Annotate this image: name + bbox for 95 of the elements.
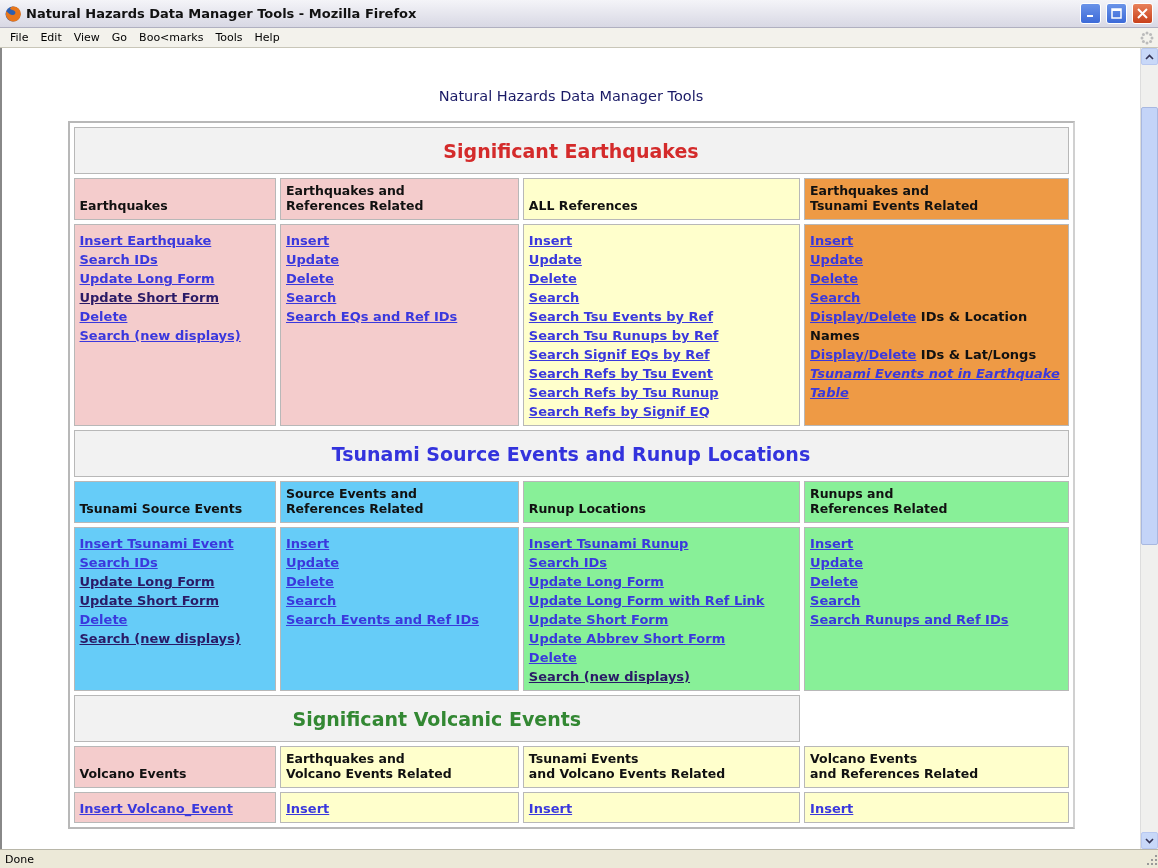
link[interactable]: Update [528, 252, 582, 267]
link[interactable]: Delete [286, 574, 334, 589]
link-note-text: Display/Delete IDs & Location Names [810, 308, 1029, 345]
link[interactable]: Update [810, 555, 864, 570]
link[interactable]: Insert Volcano_Event [79, 801, 233, 816]
link[interactable]: Tsunami Events not in Earthquake Table [810, 364, 1063, 402]
link[interactable]: Update Short Form [528, 612, 669, 627]
link[interactable]: Insert [810, 801, 854, 816]
link[interactable]: Search [528, 290, 580, 305]
link[interactable]: Search Tsu Events by Ref [528, 309, 714, 324]
menu-item[interactable]: Go [105, 31, 134, 44]
link[interactable]: Delete [810, 574, 858, 589]
column-heading: Earthquakes and Tsunami Events Related [804, 178, 1069, 220]
link[interactable]: Update Long Form [79, 271, 215, 286]
scroll-thumb[interactable] [1141, 107, 1158, 545]
column-heading: Earthquakes and References Related [280, 178, 519, 220]
column-heading: Volcano Events and References Related [804, 746, 1069, 788]
link[interactable]: Update [810, 252, 864, 267]
link[interactable]: Insert [528, 233, 573, 248]
link[interactable]: Update Short Form [79, 290, 219, 305]
link[interactable]: Update Long Form [79, 574, 215, 589]
link[interactable]: Update Long Form [528, 574, 664, 589]
link[interactable]: Update [286, 555, 339, 570]
link[interactable]: Search Events and Ref IDs [286, 612, 479, 627]
minimize-button[interactable] [1080, 3, 1101, 24]
link[interactable]: Delete [79, 309, 128, 324]
page-title: Natural Hazards Data Manager Tools [438, 88, 704, 104]
menu-item[interactable]: File [4, 31, 35, 44]
status-text: Done [5, 852, 35, 866]
link[interactable]: Search Refs by Tsu Runup [528, 385, 719, 400]
link[interactable]: Delete [528, 650, 577, 665]
link[interactable]: Insert [810, 536, 854, 551]
section-title: Significant Earthquakes [73, 127, 1069, 174]
column-heading: Runups and References Related [804, 481, 1069, 523]
browser-logo-icon [5, 5, 21, 22]
link[interactable]: Search (new displays) [79, 328, 241, 343]
link[interactable]: Search [810, 593, 861, 608]
link[interactable]: Search IDs [528, 555, 608, 570]
close-icon [1137, 8, 1148, 19]
menu-item[interactable]: Edit [34, 31, 68, 44]
column-heading: Source Events and References Related [280, 481, 519, 523]
throbber-icon [1140, 30, 1154, 45]
column-heading: ALL References [522, 178, 801, 220]
link[interactable]: Insert [286, 233, 330, 248]
link[interactable]: Update [286, 252, 339, 267]
resize-grip-icon [1144, 852, 1158, 866]
link[interactable]: Insert Tsunami Runup [528, 536, 689, 551]
link[interactable]: Search Runups and Ref IDs [810, 612, 1009, 627]
link[interactable]: Insert Earthquake [79, 233, 212, 248]
link[interactable]: Search Signif EQs by Ref [528, 347, 710, 362]
column-heading: Tsunami Events and Volcano Events Related [522, 746, 801, 788]
link[interactable]: Update Long Form with Ref Link [528, 593, 765, 608]
maximize-button[interactable] [1106, 3, 1127, 24]
scrollbar[interactable] [1140, 48, 1158, 849]
link[interactable]: Search IDs [79, 252, 158, 267]
link[interactable]: Search Tsu Runups by Ref [528, 328, 719, 343]
link[interactable]: Delete [528, 271, 577, 286]
menu-item[interactable]: Boo<marks [133, 31, 210, 44]
link[interactable]: Display/Delete [810, 347, 917, 362]
link[interactable]: Update Short Form [79, 593, 219, 608]
link[interactable]: Delete [286, 271, 334, 286]
section-title: Tsunami Source Events and Runup Locations [73, 430, 1069, 477]
column-heading: Earthquakes [73, 178, 276, 220]
column-heading: Tsunami Source Events [73, 481, 276, 523]
link[interactable]: Insert [528, 801, 573, 816]
close-button[interactable] [1132, 3, 1153, 24]
menu-item[interactable]: Help [248, 31, 286, 44]
menu-item[interactable]: View [67, 31, 106, 44]
link[interactable]: Search Refs by Signif EQ [528, 404, 710, 419]
column-heading: Earthquakes and Volcano Events Related [280, 746, 519, 788]
link[interactable]: Insert [810, 233, 854, 248]
link[interactable]: Insert Tsunami Event [79, 536, 234, 551]
section-title: Significant Volcanic Events [73, 695, 801, 742]
link[interactable]: Insert [286, 801, 330, 816]
link[interactable]: Delete [810, 271, 858, 286]
link[interactable]: Search IDs [79, 555, 158, 570]
link[interactable]: Insert [286, 536, 330, 551]
scroll-down-button[interactable] [1141, 832, 1158, 849]
link[interactable]: Display/Delete [810, 309, 917, 324]
link[interactable]: Search (new displays) [528, 669, 691, 684]
column-heading: Runup Locations [522, 481, 801, 523]
menu-item[interactable]: Tools [209, 31, 249, 44]
window-title: Natural Hazards Data Manager Tools - Mozilla Firefox [26, 6, 418, 21]
link[interactable]: Delete [79, 612, 128, 627]
link[interactable]: Search [286, 290, 337, 305]
link[interactable]: Search Refs by Tsu Event [528, 366, 714, 381]
link-note-text: Display/Delete IDs & Lat/Longs [810, 346, 1038, 364]
column-heading: Volcano Events [73, 746, 276, 788]
link[interactable]: Search [286, 593, 337, 608]
link[interactable]: Search [810, 290, 861, 305]
link[interactable]: Search EQs and Ref IDs [286, 309, 458, 324]
maximize-icon [1111, 8, 1122, 19]
scroll-up-button[interactable] [1141, 48, 1158, 65]
link[interactable]: Update Abbrev Short Form [528, 631, 726, 646]
link[interactable]: Search (new displays) [79, 631, 241, 646]
